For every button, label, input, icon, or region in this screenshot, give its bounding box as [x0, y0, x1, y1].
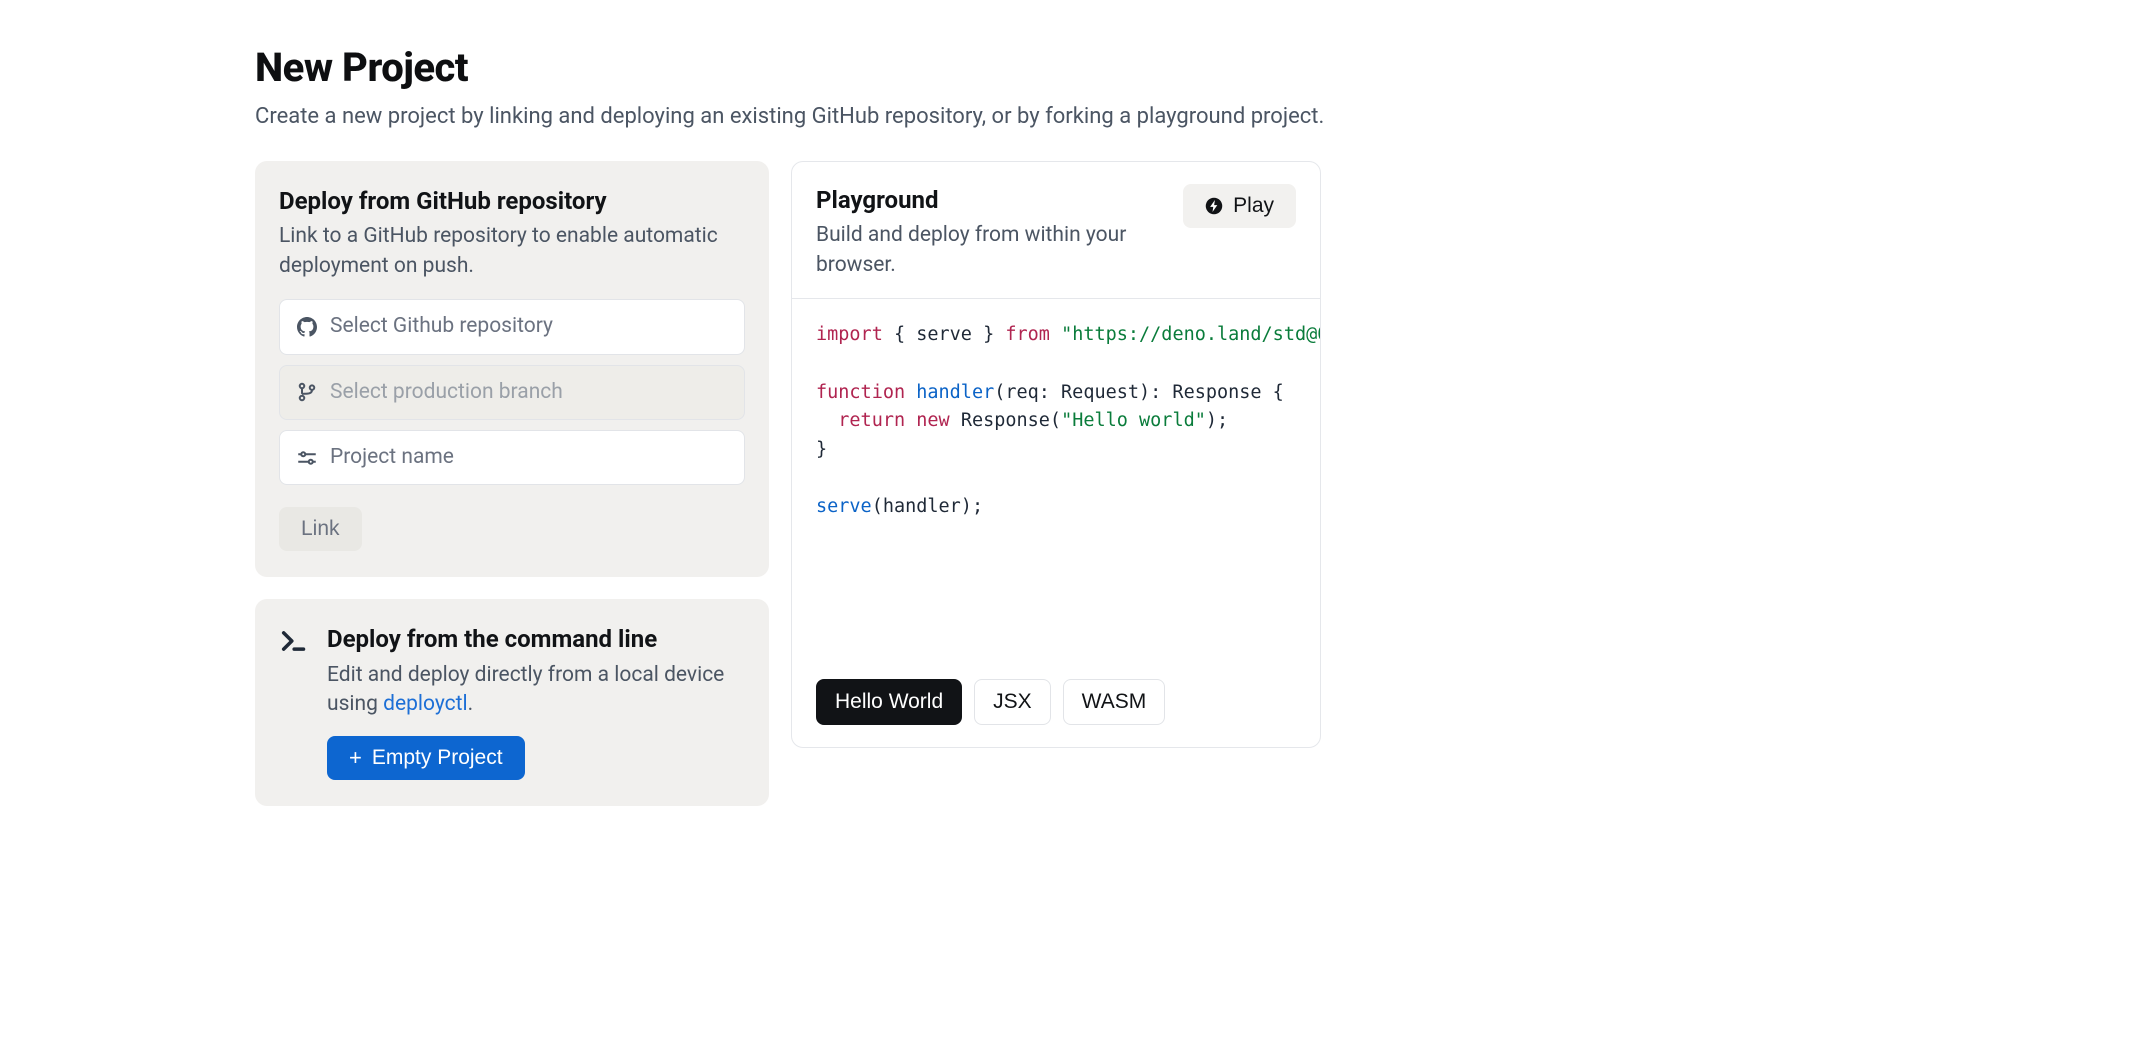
- cli-card-subtitle: Edit and deploy directly from a local de…: [327, 661, 745, 720]
- page-subtitle: Create a new project by linking and depl…: [255, 102, 2092, 133]
- link-button[interactable]: Link: [279, 507, 362, 551]
- github-icon: [296, 316, 318, 338]
- bolt-icon: [1205, 197, 1223, 215]
- playground-tabs: Hello World JSX WASM: [792, 679, 1320, 747]
- deployctl-link[interactable]: deployctl: [383, 692, 467, 716]
- tab-hello-world[interactable]: Hello World: [816, 679, 962, 725]
- settings-icon: [296, 447, 318, 469]
- playground-card: Playground Build and deploy from within …: [791, 161, 1321, 748]
- cli-deploy-card: Deploy from the command line Edit and de…: [255, 599, 769, 805]
- github-deploy-card: Deploy from GitHub repository Link to a …: [255, 161, 769, 578]
- page-title: New Project: [255, 40, 2092, 96]
- branch-icon: [296, 381, 318, 403]
- playground-title: Playground: [816, 184, 1183, 218]
- project-name-placeholder: Project name: [330, 443, 454, 472]
- github-card-title: Deploy from GitHub repository: [279, 185, 745, 219]
- playground-subtitle: Build and deploy from within your browse…: [816, 221, 1183, 280]
- empty-project-button[interactable]: + Empty Project: [327, 736, 525, 780]
- plus-icon: +: [349, 747, 362, 769]
- tab-wasm[interactable]: WASM: [1063, 679, 1166, 725]
- play-button[interactable]: Play: [1183, 184, 1296, 228]
- select-branch-placeholder: Select production branch: [330, 378, 563, 407]
- github-card-subtitle: Link to a GitHub repository to enable au…: [279, 222, 745, 281]
- cli-card-title: Deploy from the command line: [327, 623, 745, 657]
- select-repo-placeholder: Select Github repository: [330, 312, 553, 341]
- tab-jsx[interactable]: JSX: [974, 679, 1051, 725]
- select-branch-input[interactable]: Select production branch: [279, 365, 745, 420]
- project-name-input[interactable]: Project name: [279, 430, 745, 485]
- select-repo-input[interactable]: Select Github repository: [279, 299, 745, 354]
- code-editor[interactable]: import { serve } from "https://deno.land…: [792, 299, 1320, 679]
- terminal-icon: [279, 627, 307, 655]
